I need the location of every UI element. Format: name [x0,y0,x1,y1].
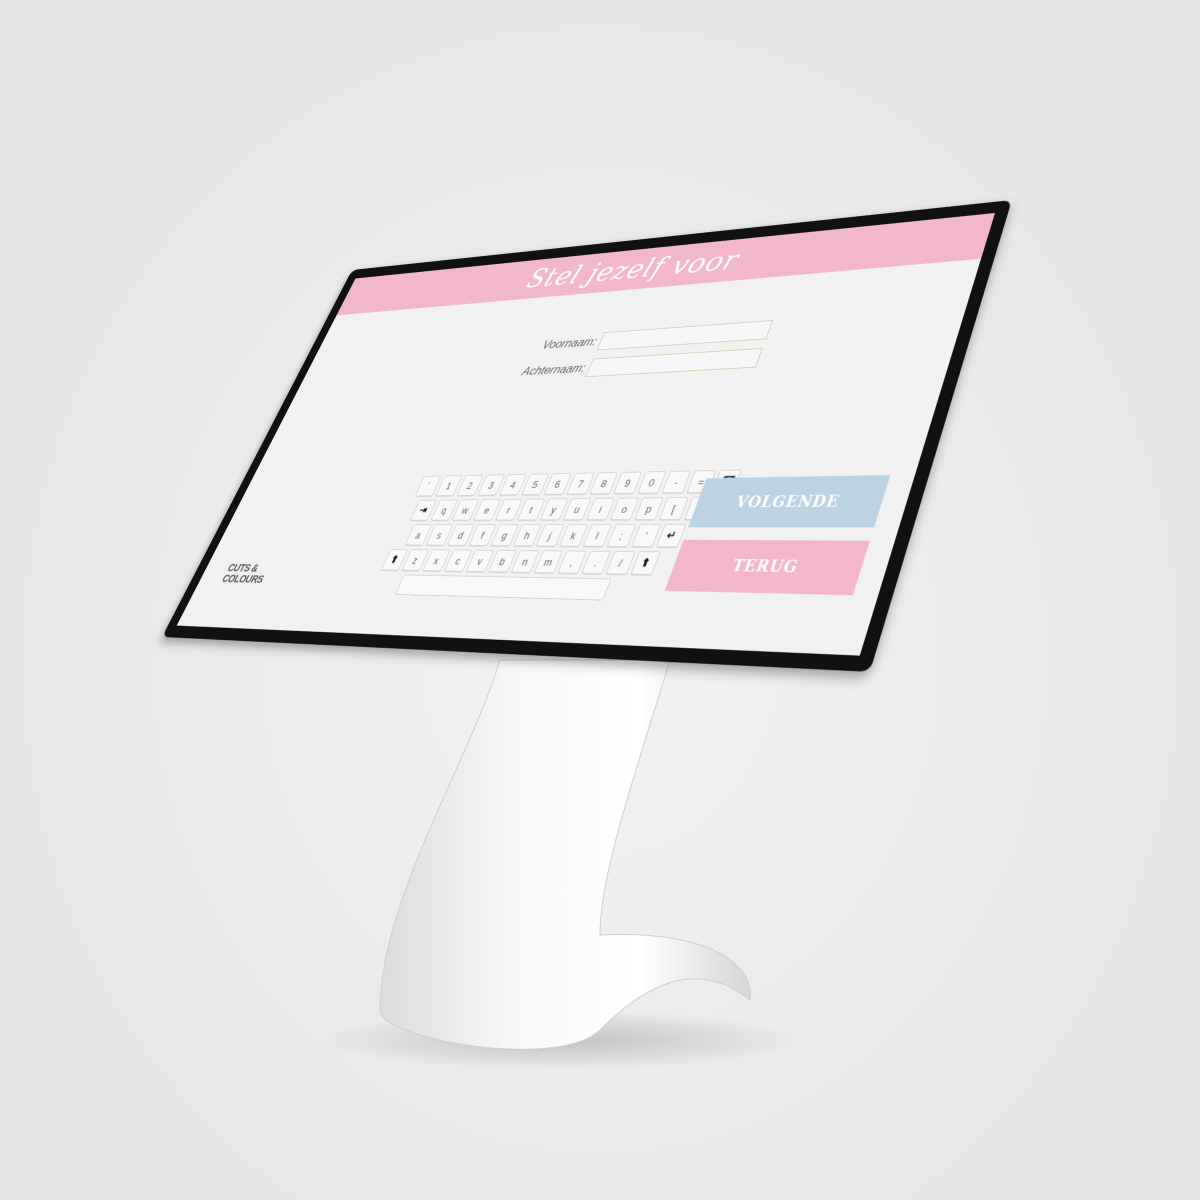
last-name-field[interactable] [585,348,763,377]
last-name-label: Achternaam: [486,361,592,381]
back-button[interactable]: TERUG [665,540,870,595]
page-title: Stel jezelf voor [522,244,744,294]
name-form: Voornaam: Achternaam: [483,317,775,388]
cuts-colours-logo: CUTS & COLOURS [220,563,271,586]
logo-line-2: COLOURS [220,573,265,585]
space-key[interactable] [395,575,611,601]
keyboard-key[interactable]: ⬆ [630,551,660,575]
next-button[interactable]: VOLGENDE [688,475,890,527]
first-name-label: Voornaam: [498,334,604,355]
